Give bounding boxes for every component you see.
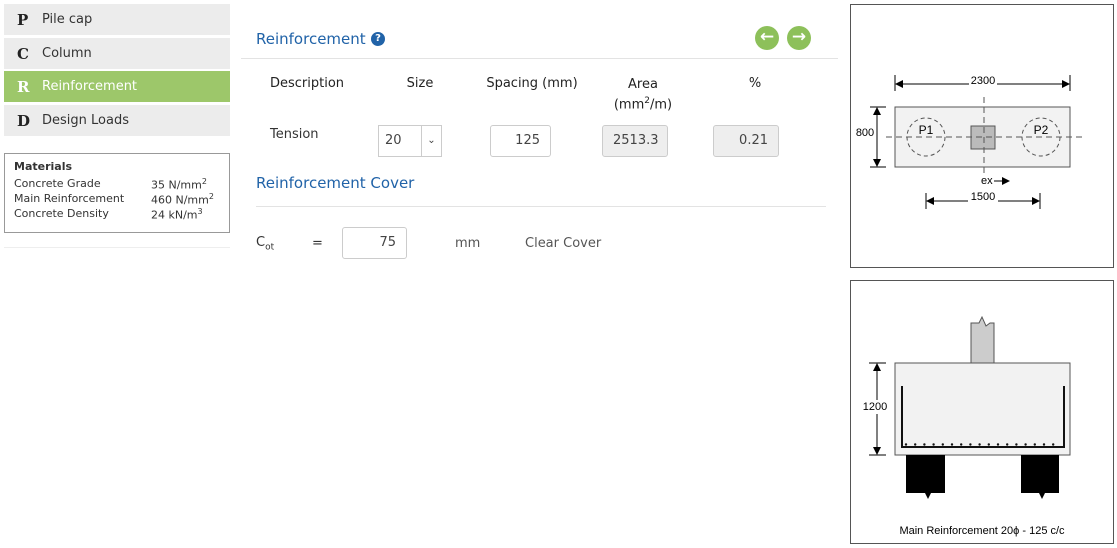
cover-input[interactable]: 75 — [342, 227, 407, 259]
size-select[interactable]: 20 ⌄ — [378, 125, 442, 157]
rebar-dot — [914, 443, 917, 446]
header-description: Description — [270, 76, 345, 91]
chevron-down-icon: ⌄ — [421, 126, 441, 156]
pile-1-label: P1 — [919, 123, 934, 137]
nav-label: Reinforcement — [42, 79, 138, 94]
sidebar-item-pile-cap[interactable]: P Pile cap — [4, 4, 230, 36]
ecc-label: ex — [981, 175, 993, 187]
sidebar-divider — [4, 247, 230, 248]
rebar-dot — [1015, 443, 1018, 446]
material-row: Main Reinforcement 460 N/mm2 — [14, 192, 220, 207]
nav-letter: C — [17, 44, 29, 63]
cover-divider — [256, 206, 826, 207]
sidebar-item-column[interactable]: C Column — [4, 38, 230, 70]
depth-label: 800 — [856, 127, 874, 139]
rebar-dot — [923, 443, 926, 446]
cover-unit: mm — [455, 236, 481, 251]
rebar-dot — [978, 443, 981, 446]
rebar-dot — [1033, 443, 1036, 446]
rebar-dot — [996, 443, 1000, 446]
header-area: Area (mm2/m) — [613, 77, 673, 113]
material-value: 460 N/mm2 — [151, 192, 214, 207]
width-label: 2300 — [971, 75, 995, 87]
nav-letter: P — [17, 10, 29, 29]
rebar-dot — [932, 443, 935, 446]
page-title: Reinforcement — [256, 30, 366, 48]
pile-left — [906, 455, 945, 499]
cover-description: Clear Cover — [525, 236, 602, 251]
help-icon[interactable]: ? — [371, 32, 385, 46]
rebar-dot — [950, 443, 954, 446]
material-value: 24 kN/m3 — [151, 207, 203, 222]
pile-cap-section — [894, 362, 1071, 456]
material-label: Main Reinforcement — [14, 192, 125, 205]
materials-title: Materials — [14, 160, 73, 173]
materials-panel: Materials Concrete Grade 35 N/mm2 Main Re… — [4, 153, 230, 233]
spacing-input[interactable]: 125 — [490, 125, 551, 157]
nav-label: Design Loads — [42, 113, 129, 128]
sidebar-item-design-loads[interactable]: D Design Loads — [4, 105, 230, 137]
section-caption: Main Reinforcement 20ϕ - 125 c/c — [899, 525, 1065, 537]
rebar-dot — [1006, 443, 1009, 446]
percent-output: 0.21 — [713, 125, 779, 157]
rebar-dot — [960, 443, 963, 446]
cover-title: Reinforcement Cover — [256, 174, 415, 192]
plan-diagram: 2300 P1 P2 800 ex 1500 — [850, 4, 1114, 268]
rebar-dot — [1042, 443, 1046, 446]
rebar-dot — [987, 443, 990, 446]
header-spacing: Spacing (mm) — [486, 76, 578, 91]
nav-letter: R — [17, 77, 30, 96]
equals-sign: = — [312, 236, 323, 251]
material-label: Concrete Density — [14, 207, 109, 220]
sidebar-item-reinforcement[interactable]: R Reinforcement — [4, 71, 230, 103]
section-diagram: 1200 Main Reinforcement 20ϕ - 125 c/c — [850, 280, 1114, 544]
material-row: Concrete Density 24 kN/m3 — [14, 207, 220, 222]
rebar-dot — [941, 443, 944, 446]
title-divider — [241, 58, 838, 59]
height-label: 1200 — [863, 401, 887, 413]
header-size: Size — [406, 76, 434, 91]
nav-label: Pile cap — [42, 12, 93, 27]
next-button[interactable]: → — [787, 26, 811, 50]
rebar-dot — [969, 443, 972, 446]
row-description: Tension — [270, 127, 319, 142]
rebar-dot — [904, 443, 908, 446]
pile-right — [1021, 455, 1059, 499]
material-row: Concrete Grade 35 N/mm2 — [14, 177, 220, 192]
material-label: Concrete Grade — [14, 177, 101, 190]
header-percent: % — [748, 76, 762, 91]
rebar-dot — [1052, 443, 1055, 446]
rebar-dot — [1024, 443, 1027, 446]
pile-spacing-label: 1500 — [971, 191, 995, 203]
pile-2-label: P2 — [1034, 123, 1049, 137]
nav-label: Column — [42, 46, 92, 61]
nav-letter: D — [17, 111, 31, 130]
cover-symbol: Cot — [256, 235, 275, 253]
area-output: 2513.3 — [602, 125, 668, 157]
section-svg: 1200 Main Reinforcement 20ϕ - 125 c/c — [861, 315, 1071, 537]
plan-svg: 2300 P1 P2 800 ex 1500 — [856, 75, 1083, 209]
material-value: 35 N/mm2 — [151, 177, 207, 192]
previous-button[interactable]: ← — [755, 26, 779, 50]
column-stub — [970, 315, 995, 364]
